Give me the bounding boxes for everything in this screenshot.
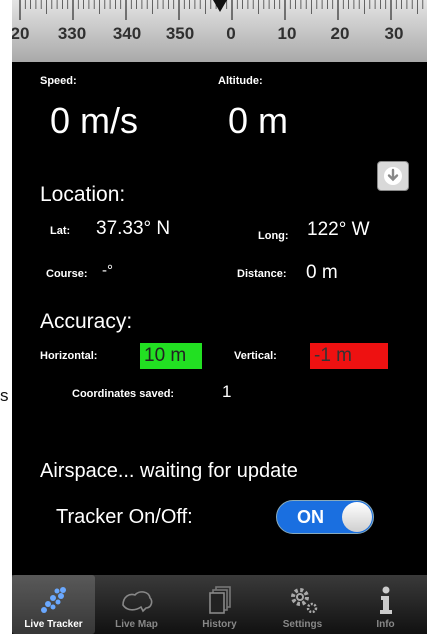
tab-history[interactable]: History	[178, 575, 261, 634]
long-value: 122° W	[307, 219, 370, 240]
compass-heading-marker	[213, 0, 227, 12]
compass-label: 0	[226, 24, 236, 43]
airspace-status: Airspace... waiting for update	[40, 460, 298, 482]
long-label: Long:	[258, 230, 289, 242]
compass-label: 350	[165, 24, 195, 43]
vertical-label: Vertical:	[234, 350, 277, 362]
altitude-value: 0 m	[228, 100, 289, 141]
tab-label: History	[202, 619, 237, 630]
tracker-toggle[interactable]: ON	[276, 500, 374, 534]
compass-strip: 20 330 340 350 0 10 20 30	[12, 0, 427, 62]
tab-label: Live Tracker	[24, 619, 83, 630]
toggle-knob[interactable]	[342, 502, 372, 532]
tab-label: Info	[376, 619, 395, 630]
coordinates-saved-label: Coordinates saved:	[72, 388, 175, 400]
compass-label: 10	[277, 24, 297, 43]
toggle-state-label: ON	[297, 507, 324, 527]
course-label: Course:	[46, 268, 88, 280]
side-text-fragment: s	[0, 386, 9, 405]
vertical-accuracy-value: -1 m	[310, 343, 388, 369]
history-icon	[208, 586, 231, 614]
info-icon	[379, 586, 392, 614]
compass-label: 20	[330, 24, 350, 43]
tab-settings[interactable]: Settings	[261, 575, 344, 634]
tab-bar: Live Tracker Live Map History Settings I…	[12, 575, 427, 634]
distance-value: 0 m	[306, 262, 338, 283]
compass-label: 340	[112, 24, 142, 43]
speed-value: 0 m/s	[50, 100, 139, 141]
download-button[interactable]	[377, 161, 409, 191]
tab-info[interactable]: Info	[344, 575, 427, 634]
download-icon	[384, 167, 402, 185]
altitude-label: Altitude:	[218, 75, 263, 87]
course-value: -°	[102, 262, 113, 279]
horizontal-accuracy-value: 10 m	[140, 343, 202, 369]
app-screen: 20 330 340 350 0 10 20 30 Speed: 0 m/s A…	[12, 0, 427, 634]
accuracy-header: Accuracy:	[40, 310, 133, 333]
coordinates-saved-value: 1	[222, 382, 232, 401]
distance-label: Distance:	[237, 268, 287, 280]
location-header: Location:	[40, 183, 126, 206]
map-icon	[121, 591, 152, 613]
lat-value: 37.33° N	[96, 218, 171, 239]
horizontal-label: Horizontal:	[40, 350, 98, 362]
speed-label: Speed:	[40, 75, 77, 87]
lat-label: Lat:	[50, 225, 71, 237]
tab-label: Settings	[282, 619, 323, 630]
tab-label: Live Map	[115, 619, 158, 630]
compass-label: 20	[12, 24, 30, 43]
live-tracker-icon	[40, 587, 66, 613]
tab-live-map[interactable]: Live Map	[95, 575, 178, 634]
tab-live-tracker[interactable]: Live Tracker	[12, 575, 95, 634]
compass-label: 330	[57, 24, 87, 43]
tracker-label: Tracker On/Off:	[56, 506, 193, 528]
gear-icon	[290, 588, 317, 614]
compass-label: 30	[384, 24, 404, 43]
